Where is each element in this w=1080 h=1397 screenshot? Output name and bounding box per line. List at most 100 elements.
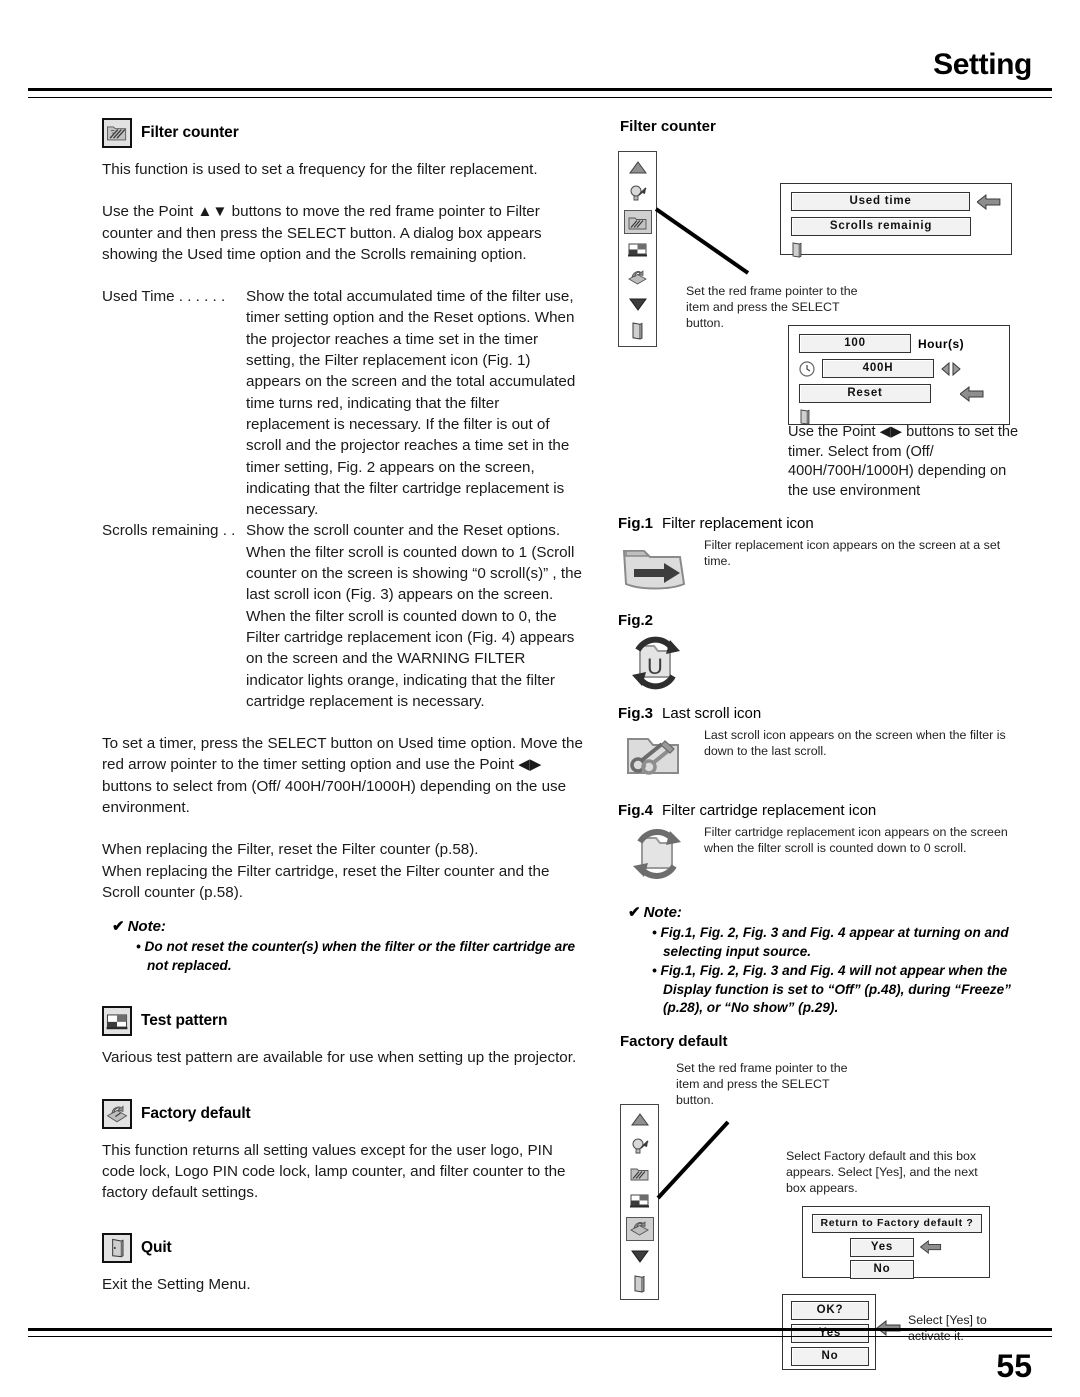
definition-description: Show the scroll counter and the Reset op… [246,522,582,710]
section-heading-quit: Quit [102,1233,584,1264]
callout-set-red-frame-pointer-2: Set the red frame pointer to the item an… [676,1060,848,1107]
left-arrow-pointer-icon [977,193,1001,210]
note-list: Fig.1, Fig. 2, Fig. 3 and Fig. 4 appear … [618,924,1030,1018]
osd-question-ok: OK? [791,1300,869,1320]
osd-menu-strip[interactable] [618,151,657,347]
figure-4-row: Filter cartridge replacement icon appear… [618,824,1030,889]
filter-counter-paragraph-3: To set a timer, press the SELECT button … [102,735,583,817]
figure-4-heading: Fig.4 Filter cartridge replacement icon [618,802,1030,820]
osd-item-up-arrow[interactable] [627,1109,653,1131]
figure-2-heading: Fig.2 [618,612,1030,630]
filter-counter-paragraph-1: This function is used to set a frequency… [102,161,538,178]
note-heading-label: Note: [643,904,682,921]
osd-item-filter-counter[interactable] [627,1163,653,1185]
note-list-item: Fig.1, Fig. 2, Fig. 3 and Fig. 4 appear … [652,924,1030,961]
osd-button-reset[interactable]: Reset [799,384,931,403]
note-block-left: ✔ Note: Do not reset the counter(s) when… [102,917,584,975]
callout-set-red-frame-pointer-1: Set the red frame pointer to the item an… [686,284,858,330]
note-list-item: Do not reset the counter(s) when the fil… [136,938,584,975]
figure-4-caption: Filter cartridge replacement icon appear… [704,825,1008,855]
osd-value-hours: 100 [799,334,911,353]
figure-title: Filter replacement icon [662,515,814,532]
section-title: Filter counter [141,124,239,141]
check-icon: ✔ [112,918,125,936]
osd-quit-icon-dialog1[interactable] [791,242,1001,263]
osd-button-yes[interactable]: Yes [850,1237,914,1257]
filter-counter-icon [102,118,132,148]
callout-select-factory-default: Select Factory default and this box appe… [786,1148,978,1195]
osd-dialog-return-to-factory-default[interactable]: Return to Factory default ? Yes No [802,1205,990,1279]
osd-item-quit[interactable] [627,1273,653,1295]
filter-cartridge-replacement-icon [618,824,692,889]
osd-item-lamp-control[interactable] [625,183,651,205]
figure-title: Last scroll icon [662,705,762,722]
section-title: Factory default [141,1104,251,1122]
osd-item-test-pattern[interactable] [627,1190,653,1212]
osd-dialog-filter-counter[interactable]: Used time Scrolls remainig [780,183,1012,258]
figure-1-caption: Filter replacement icon appears on the s… [704,538,1001,568]
osd-row-no[interactable]: No [812,1259,952,1279]
figure-3-row: Last scroll icon appears on the screen w… [618,727,1030,794]
osd-row-reset[interactable]: Reset [799,384,999,403]
leader-line-1 [654,207,750,275]
quit-icon [102,1233,132,1264]
figure-label: Fig.2 [618,612,654,629]
filter-counter-paragraph-4-line1: When replacing the Filter, reset the Fil… [102,841,479,859]
figure-2-row: U [618,632,1030,699]
osd-item-quit[interactable] [625,320,651,342]
definition-term: Used Time . . . . . . [102,288,226,306]
right-column: Filter counter Used time Scrolls remaini… [618,118,1030,1370]
page-header-title: Setting [933,48,1032,81]
check-icon: ✔ [628,904,641,921]
footer-rule [28,1328,1052,1337]
last-scroll-icon [618,727,692,794]
figure-title: Filter cartridge replacement icon [662,802,877,819]
test-pattern-paragraph: Various test pattern are available for u… [102,1049,577,1067]
osd-item-up-arrow[interactable] [625,156,651,178]
osd-row-yes[interactable]: Yes [812,1237,980,1257]
osd-row-used-time[interactable]: Used time [791,192,1001,211]
osd-item-factory-default[interactable] [625,1216,654,1241]
osd-button-used-time[interactable]: Used time [791,192,971,211]
manual-page: Setting Filter counter This function is … [0,0,1080,1397]
osd-row-scrolls-remaining[interactable]: Scrolls remainig [791,217,1001,236]
definition-description: Show the total accumulated time of the f… [246,288,576,519]
quit-paragraph: Exit the Setting Menu. [102,1276,251,1294]
note-heading: ✔ Note: [112,917,584,935]
filter-counter-illustration: Used time Scrolls remainig Set the red f… [618,143,1030,425]
osd-item-test-pattern[interactable] [625,239,651,261]
osd-item-lamp-control[interactable] [627,1136,653,1158]
figure-1-row: Filter replacement icon appears on the s… [618,537,1030,604]
osd-item-down-arrow[interactable] [625,293,651,315]
osd-row-timer[interactable]: 400H [799,359,999,378]
osd-item-filter-counter[interactable] [623,210,652,234]
osd-item-factory-default[interactable] [625,266,651,288]
left-arrow-pointer-icon [960,385,984,402]
figure-1-heading: Fig.1 Filter replacement icon [618,515,1030,533]
page-number: 55 [996,1348,1032,1384]
osd-button-ok-no[interactable]: No [791,1346,869,1366]
note-list: Do not reset the counter(s) when the fil… [102,938,584,975]
note-heading-label: Note: [127,918,166,936]
osd-quit-icon-dialog2[interactable] [799,409,999,430]
osd-dialog-used-time[interactable]: 100 Hour(s) 400H Reset [788,325,1010,425]
figure-label: Fig.3 [618,705,654,722]
factory-default-icon [102,1098,132,1129]
osd-item-down-arrow[interactable] [627,1246,653,1268]
section-heading-filter-counter: Filter counter [102,118,584,148]
note-list-item: Fig.1, Fig. 2, Fig. 3 and Fig. 4 will no… [652,962,1030,1018]
definition-row: Used Time . . . . . . Show the total acc… [102,286,584,520]
filter-counter-paragraph-2: Use the Point ▲▼ buttons to move the red… [102,203,542,263]
svg-text:U: U [647,654,663,679]
filter-counter-paragraph-4-line2: When replacing the Filter cartridge, res… [102,862,550,901]
right-heading-factory-default: Factory default [620,1032,728,1050]
osd-value-timer[interactable]: 400H [822,359,934,378]
filter-counter-definition-list: Used Time . . . . . . Show the total acc… [102,286,584,712]
left-column: Filter counter This function is used to … [102,118,584,1296]
leader-line-2 [656,1120,730,1199]
osd-button-scrolls-remaining[interactable]: Scrolls remainig [791,217,971,236]
header-rule [28,88,1052,98]
osd-button-no[interactable]: No [850,1259,914,1279]
figure-3-heading: Fig.3 Last scroll icon [618,705,1030,723]
figure-label: Fig.1 [618,515,654,532]
